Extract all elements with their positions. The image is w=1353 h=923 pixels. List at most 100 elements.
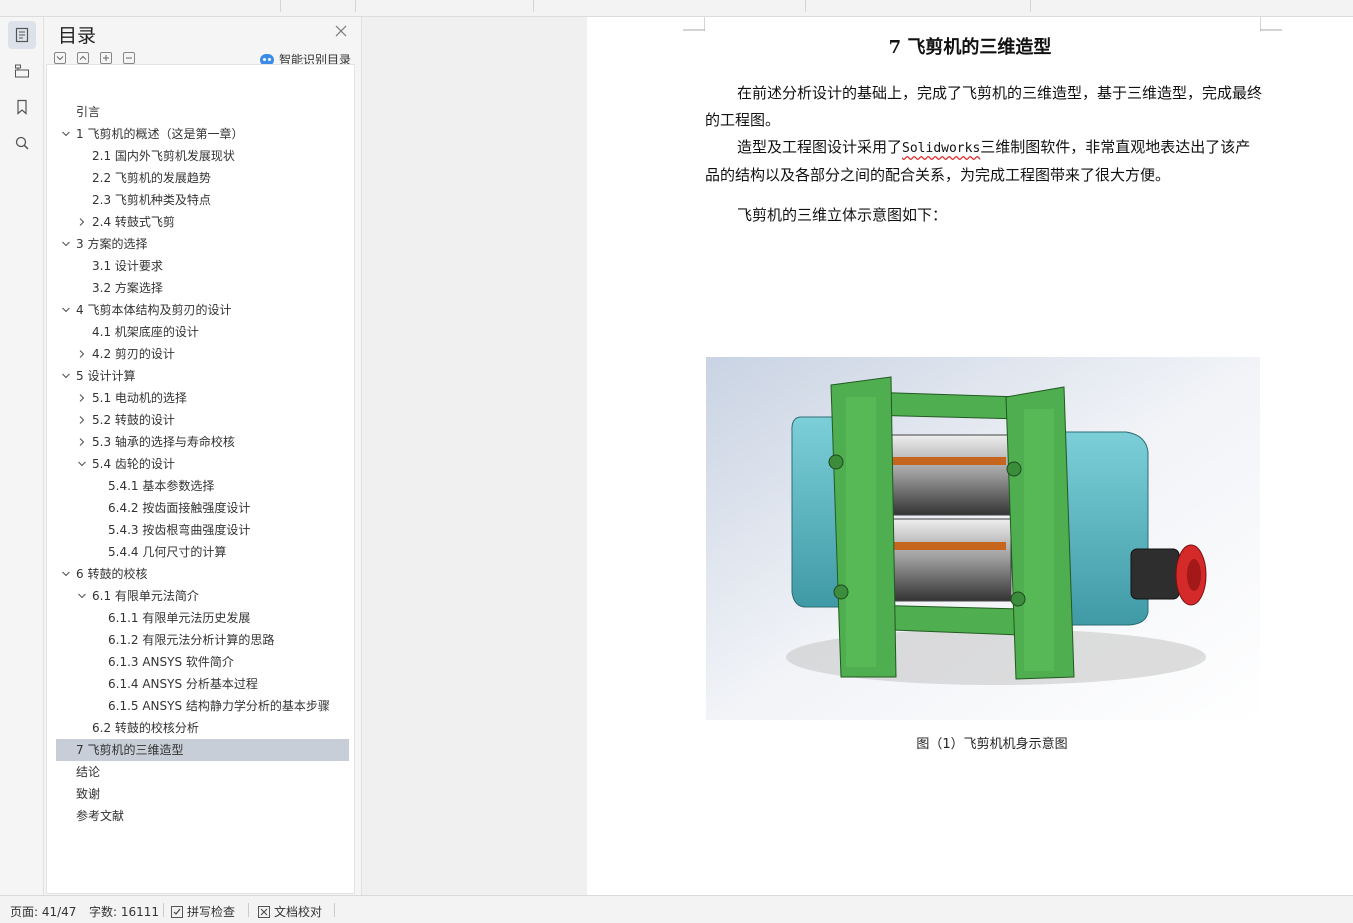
search-icon xyxy=(15,136,29,150)
toolbar-divider xyxy=(805,0,806,12)
document-page: 7 飞剪机的三维造型 在前述分析设计的基础上，完成了飞剪机的三维造型，基于三维造… xyxy=(587,17,1353,895)
toc-item[interactable]: 6.1.3 ANSYS 软件简介 xyxy=(56,651,349,673)
toc-item[interactable]: 1 飞剪机的概述（这是第一章） xyxy=(56,123,349,145)
toc-item-label: 6.1.4 ANSYS 分析基本过程 xyxy=(108,677,258,691)
toc-item[interactable]: 5.4.4 几何尺寸的计算 xyxy=(56,541,349,563)
toc-item[interactable]: 5.4.1 基本参数选择 xyxy=(56,475,349,497)
bookmark-icon xyxy=(17,99,27,115)
toc-item[interactable]: 6.4.2 按齿面接触强度设计 xyxy=(56,497,349,519)
toc-item[interactable]: 6.1.1 有限单元法历史发展 xyxy=(56,607,349,629)
chevron-right-icon[interactable] xyxy=(77,393,87,403)
toc-item-label: 引言 xyxy=(76,105,101,119)
toc-item[interactable]: 6.1.5 ANSYS 结构静力学分析的基本步骤 xyxy=(56,695,349,717)
body-paragraph: 在前述分析设计的基础上，完成了飞剪机的三维造型，基于三维造型，完成最终的工程图。 xyxy=(705,84,1263,129)
doc-proof-button[interactable]: 文档校对 xyxy=(258,903,322,920)
chevron-down-icon[interactable] xyxy=(61,569,71,579)
chevron-down-icon[interactable] xyxy=(61,239,71,249)
side-icon-rail xyxy=(0,17,44,895)
toolbar-divider xyxy=(355,0,356,12)
toc-item[interactable]: 5.1 电动机的选择 xyxy=(56,387,349,409)
text-run: 造型及工程图设计采用了 xyxy=(737,138,903,156)
status-divider xyxy=(334,903,335,917)
toc-item[interactable]: 结论 xyxy=(56,761,349,783)
toc-item-label: 2.4 转鼓式飞剪 xyxy=(92,215,175,229)
navigation-tree-button[interactable] xyxy=(8,57,36,85)
toc-item[interactable]: 2.3 飞剪机种类及特点 xyxy=(56,189,349,211)
toc-item[interactable]: 3.1 设计要求 xyxy=(56,255,349,277)
word-count[interactable]: 字数: 16111 xyxy=(89,903,159,920)
toc-item[interactable]: 2.1 国内外飞剪机发展现状 xyxy=(56,145,349,167)
toc-item[interactable]: 2.4 转鼓式飞剪 xyxy=(56,211,349,233)
toc-item[interactable]: 5 设计计算 xyxy=(56,365,349,387)
toc-item[interactable]: 6.2 转鼓的校核分析 xyxy=(56,717,349,739)
toc-item-label: 5.4.3 按齿根弯曲强度设计 xyxy=(108,523,251,537)
status-divider xyxy=(248,903,249,917)
toc-item-label: 6.4.2 按齿面接触强度设计 xyxy=(108,501,251,515)
toc-item[interactable]: 3.2 方案选择 xyxy=(56,277,349,299)
toc-item-label: 6.1 有限单元法简介 xyxy=(92,589,199,603)
add-heading-button[interactable] xyxy=(100,52,112,64)
doc-proof-label: 文档校对 xyxy=(274,905,323,919)
chevron-right-icon[interactable] xyxy=(77,415,87,425)
toc-item[interactable]: 6.1.4 ANSYS 分析基本过程 xyxy=(56,673,349,695)
spell-check-button[interactable]: 拼写检查 xyxy=(171,903,235,920)
chevron-right-icon[interactable] xyxy=(77,437,87,447)
search-button[interactable] xyxy=(8,129,36,157)
toc-item[interactable]: 6.1.2 有限元法分析计算的思路 xyxy=(56,629,349,651)
misspelled-word: Solidworks xyxy=(902,141,981,156)
toc-item[interactable]: 2.2 飞剪机的发展趋势 xyxy=(56,167,349,189)
chevron-right-icon[interactable] xyxy=(77,217,87,227)
toc-item-label: 3.1 设计要求 xyxy=(92,259,163,273)
toc-item[interactable]: 致谢 xyxy=(56,783,349,805)
chevron-down-icon[interactable] xyxy=(77,591,87,601)
page-indicator[interactable]: 页面: 41/47 xyxy=(10,903,76,920)
plus-icon xyxy=(103,55,109,61)
toc-item-label: 4.2 剪刃的设计 xyxy=(92,347,175,361)
spell-check-label: 拼写检查 xyxy=(187,905,236,919)
chevron-down-icon[interactable] xyxy=(61,371,71,381)
chevron-right-icon[interactable] xyxy=(77,349,87,359)
close-icon[interactable] xyxy=(334,24,348,38)
toc-item[interactable]: 5.3 轴承的选择与寿命校核 xyxy=(56,431,349,453)
toc-item[interactable]: 3 方案的选择 xyxy=(56,233,349,255)
minus-icon xyxy=(126,57,132,59)
toc-item-label: 2.1 国内外飞剪机发展现状 xyxy=(92,149,235,163)
remove-heading-button[interactable] xyxy=(123,52,135,64)
toc-item[interactable]: 7 飞剪机的三维造型 xyxy=(56,739,349,761)
flying-shear-3d-figure xyxy=(706,357,1260,720)
toc-title: 目录 xyxy=(58,25,97,47)
toc-item[interactable]: 参考文献 xyxy=(56,805,349,827)
chevron-down-icon[interactable] xyxy=(77,459,87,469)
toc-list: 引言 1 飞剪机的概述（这是第一章） 2.1 国内外飞剪机发展现状 2.2 飞剪机的发… xyxy=(46,64,355,894)
toc-item[interactable]: 5.4 齿轮的设计 xyxy=(56,453,349,475)
top-toolbar-strip xyxy=(0,0,1353,17)
document-heading: 7 飞剪机的三维造型 xyxy=(888,37,1052,58)
toc-panel-button[interactable] xyxy=(8,21,36,49)
toc-item-label: 5.4.1 基本参数选择 xyxy=(108,479,215,493)
toolbar-divider xyxy=(280,0,281,12)
toc-item-label: 参考文献 xyxy=(76,809,125,823)
chevron-down-icon[interactable] xyxy=(61,305,71,315)
chevron-down-icon[interactable] xyxy=(61,129,71,139)
toc-item[interactable]: 5.2 转鼓的设计 xyxy=(56,409,349,431)
toc-item-label: 7 飞剪机的三维造型 xyxy=(76,743,184,757)
document-outline-icon xyxy=(15,27,29,43)
toolbar-divider xyxy=(1030,0,1031,12)
toc-item-label: 1 飞剪机的概述（这是第一章） xyxy=(76,127,244,141)
toc-item-label: 5.3 轴承的选择与寿命校核 xyxy=(92,435,235,449)
status-divider xyxy=(163,903,164,917)
body-paragraph: 造型及工程图设计采用了Solidworks三维制图软件，非常直观地表达出了该产品… xyxy=(705,134,1265,189)
toc-item-label: 结论 xyxy=(76,765,101,779)
toc-item-label: 5 设计计算 xyxy=(76,369,136,383)
checkbox-tick-icon xyxy=(171,906,183,918)
toc-item[interactable]: 4.2 剪刃的设计 xyxy=(56,343,349,365)
toc-item[interactable]: 4 飞剪本体结构及剪刃的设计 xyxy=(56,299,349,321)
toc-item[interactable]: 5.4.3 按齿根弯曲强度设计 xyxy=(56,519,349,541)
expand-level-button[interactable] xyxy=(77,52,89,64)
collapse-all-button[interactable] xyxy=(54,52,66,64)
toc-item[interactable]: 6 转鼓的校核 xyxy=(56,563,349,585)
toc-item[interactable]: 引言 xyxy=(56,101,349,123)
toc-item[interactable]: 4.1 机架底座的设计 xyxy=(56,321,349,343)
bookmark-button[interactable] xyxy=(8,93,36,121)
toc-item[interactable]: 6.1 有限单元法简介 xyxy=(56,585,349,607)
